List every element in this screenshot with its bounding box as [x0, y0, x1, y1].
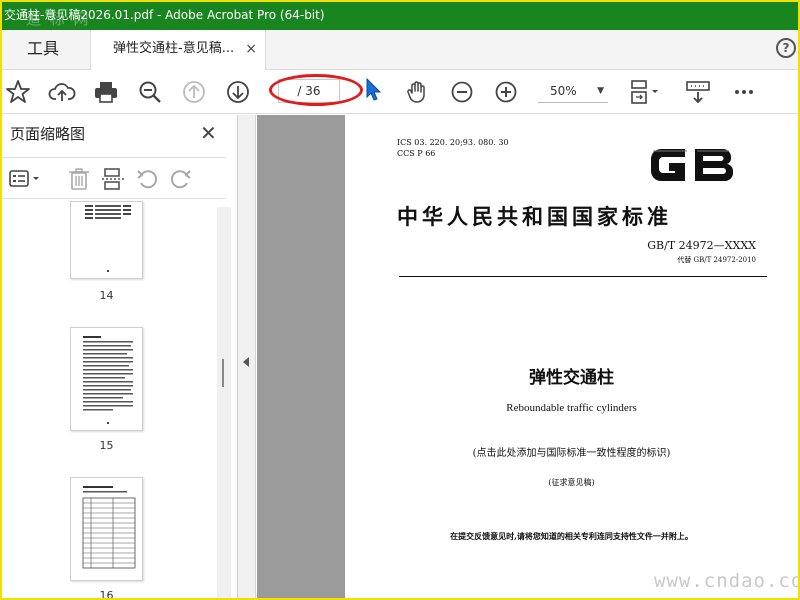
zoom-in-icon[interactable]: [492, 78, 520, 106]
header-rule: [399, 276, 767, 277]
keyboard-icon[interactable]: [684, 78, 712, 106]
ics-line: ICS 03. 220. 20;93. 080. 30: [397, 138, 509, 147]
collapse-panel-icon[interactable]: [243, 357, 249, 367]
tab-tools[interactable]: 工具: [2, 30, 84, 70]
main-toolbar: / 36 50% ▼: [2, 70, 798, 114]
more-icon[interactable]: [730, 78, 758, 106]
draft-status: (征求意见稿): [548, 478, 595, 487]
mouse-cursor-icon: [366, 78, 382, 101]
thumbnail-page[interactable]: [70, 477, 143, 581]
page-down-icon[interactable]: [224, 78, 252, 106]
thumbnail-scrollbar[interactable]: [217, 207, 231, 598]
panel-title: 页面缩略图: [10, 125, 86, 143]
gb-logo: [651, 149, 734, 181]
tab-document[interactable]: 弹性交通柱-意见稿... ×: [90, 30, 266, 70]
thumbnail-panel: 页面缩略图 ✕ 14 15 16: [2, 115, 238, 600]
undo-icon[interactable]: [134, 166, 160, 192]
patent-notice: 在提交反馈意见时,请将您知道的相关专利连同支持性文件一并附上。: [450, 531, 693, 541]
trash-icon[interactable]: [66, 166, 92, 192]
page-up-icon[interactable]: [180, 78, 208, 106]
hand-icon[interactable]: [404, 78, 432, 106]
pdf-page: ICS 03. 220. 20;93. 080. 30 CCS P 66 中华人…: [345, 115, 798, 598]
app-window: 交通柱-意见稿2026.01.pdf - Adobe Acrobat Pro (…: [0, 0, 800, 600]
help-icon[interactable]: ?: [776, 38, 796, 58]
thumbnail-label: 15: [99, 439, 114, 452]
close-panel-icon[interactable]: ✕: [200, 121, 217, 145]
panel-resize-grip[interactable]: [222, 359, 224, 387]
ccs-line: CCS P 66: [397, 149, 436, 158]
panel-splitter[interactable]: [238, 115, 256, 598]
title-bar: 交通柱-意见稿2026.01.pdf - Adobe Acrobat Pro (…: [2, 2, 798, 30]
chevron-down-icon: ▼: [597, 86, 604, 96]
tab-document-label: 弹性交通柱-意见稿...: [113, 41, 235, 56]
standard-number: GB/T 24972—XXXX: [647, 239, 756, 252]
star-icon[interactable]: [4, 78, 32, 106]
thumbnail-page[interactable]: [70, 327, 143, 431]
print-icon[interactable]: [92, 78, 120, 106]
zoom-dropdown[interactable]: 50% ▼: [538, 79, 608, 103]
document-title-en: Reboundable traffic cylinders: [506, 402, 637, 414]
fit-page-icon[interactable]: [628, 78, 664, 106]
annotation-oval: [269, 74, 363, 106]
tab-close-icon[interactable]: ×: [245, 30, 257, 68]
redo-icon[interactable]: [168, 166, 194, 192]
cloud-upload-icon[interactable]: [48, 78, 76, 106]
replaces-note: 代替 GB/T 24972-2010: [677, 256, 756, 264]
thumbnail-label: 14: [99, 289, 114, 302]
document-title-cn: 弹性交通柱: [529, 368, 614, 388]
tab-row: 工具 弹性交通柱-意见稿... × ?: [2, 30, 798, 70]
thumbnail-list: 14 15 16: [2, 201, 226, 600]
options-icon[interactable]: [8, 166, 44, 192]
zoom-out-search-icon[interactable]: [136, 78, 164, 106]
standard-title: 中华人民共和国国家标准: [397, 204, 672, 229]
panel-toolbar: [2, 157, 226, 199]
intl-consistency-note: (点击此处添加与国际标准一致性程度的标识): [472, 448, 671, 459]
thumbnail-page[interactable]: [70, 201, 143, 279]
thumbnail-label: 16: [99, 589, 114, 600]
zoom-out-icon[interactable]: [448, 78, 476, 106]
extract-icon[interactable]: [100, 166, 126, 192]
zoom-value: 50%: [550, 84, 577, 98]
overlay-watermark: 道 标 网: [26, 10, 91, 28]
document-viewport: ICS 03. 220. 20;93. 080. 30 CCS P 66 中华人…: [257, 115, 798, 598]
classification-codes: ICS 03. 220. 20;93. 080. 30 CCS P 66: [397, 137, 509, 159]
site-watermark: www.cndao.com: [654, 570, 800, 592]
